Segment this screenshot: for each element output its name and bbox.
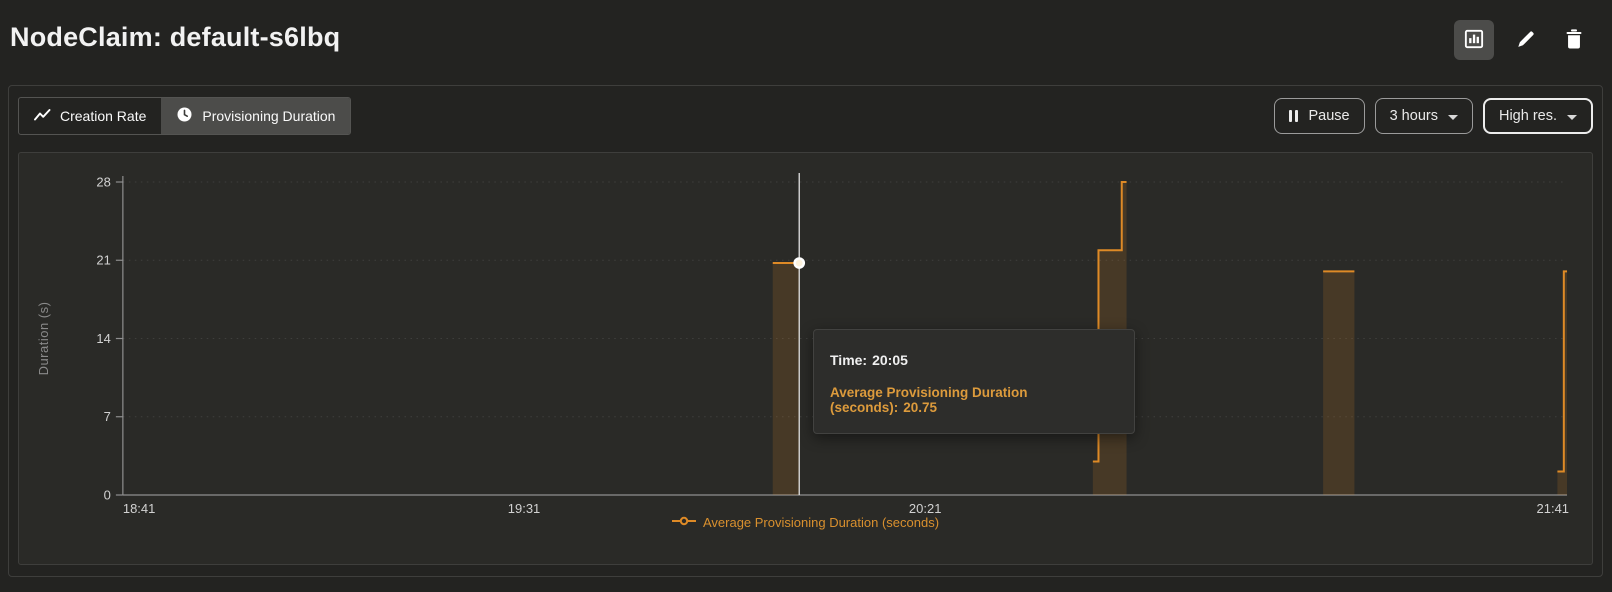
tab-label: Provisioning Duration — [202, 108, 335, 124]
svg-text:0: 0 — [104, 487, 111, 502]
legend-label: Average Provisioning Duration (seconds) — [703, 515, 939, 530]
svg-text:14: 14 — [96, 331, 110, 346]
nodeclaim-panel: Creation Rate Provisioning Duration Paus… — [8, 85, 1603, 577]
tooltip-time: Time:20:05 — [830, 352, 1118, 368]
pause-button[interactable]: Pause — [1274, 98, 1364, 134]
chart-controls: Pause 3 hours High res. — [1274, 98, 1593, 134]
bar-chart-panel-icon — [1463, 28, 1485, 53]
caret-down-icon — [1448, 115, 1458, 120]
resolution-dropdown[interactable]: High res. — [1483, 98, 1593, 134]
chart-toolbar: Creation Rate Provisioning Duration Paus… — [18, 97, 1593, 135]
clock-icon — [176, 106, 193, 126]
chart-plot-area[interactable]: 0714212818:4119:3120:2121:41Duration (s) — [19, 153, 1592, 564]
duration-chart-panel: 0714212818:4119:3120:2121:41Duration (s)… — [18, 152, 1593, 565]
svg-text:7: 7 — [104, 409, 111, 424]
edit-button[interactable] — [1510, 20, 1542, 60]
panel-chart-button[interactable] — [1454, 20, 1494, 60]
time-range-dropdown[interactable]: 3 hours — [1375, 98, 1473, 134]
trash-icon — [1564, 28, 1584, 53]
svg-text:Duration (s): Duration (s) — [36, 302, 51, 376]
tab-creation-rate[interactable]: Creation Rate — [19, 98, 161, 134]
tab-provisioning-duration[interactable]: Provisioning Duration — [161, 98, 350, 134]
delete-button[interactable] — [1558, 20, 1590, 60]
header-actions — [1454, 20, 1590, 60]
caret-down-icon — [1567, 115, 1577, 120]
tooltip-series-value: Average Provisioning Duration (seconds):… — [830, 385, 1118, 415]
chart-tooltip: Time:20:05 Average Provisioning Duration… — [813, 329, 1135, 434]
legend-item-avg-provisioning-duration[interactable]: Average Provisioning Duration (seconds) — [19, 513, 1592, 531]
trend-line-icon — [34, 108, 51, 125]
chart-tabs: Creation Rate Provisioning Duration — [18, 97, 351, 135]
edit-pencil-icon — [1515, 28, 1537, 53]
page-header: NodeClaim: default-s6lbq — [0, 0, 1612, 80]
svg-text:21: 21 — [96, 253, 110, 268]
svg-text:28: 28 — [96, 174, 110, 189]
pause-icon — [1289, 110, 1298, 122]
page-title: NodeClaim: default-s6lbq — [10, 22, 340, 53]
tab-label: Creation Rate — [60, 108, 146, 124]
legend-line-marker-icon — [672, 513, 696, 531]
